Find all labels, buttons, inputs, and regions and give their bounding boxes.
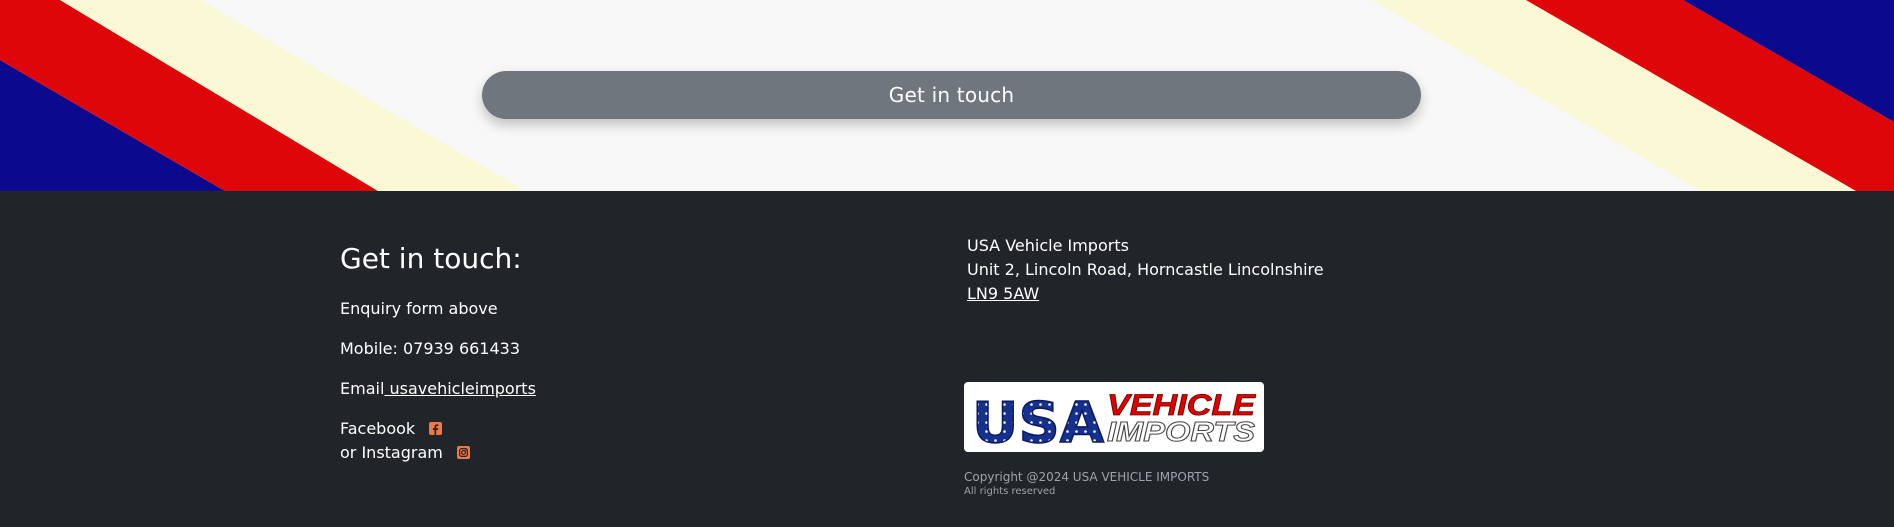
contact-heading: Get in touch: xyxy=(340,242,522,275)
facebook-line: Facebook xyxy=(340,419,443,438)
company-logo[interactable]: USA VEHICLE IMPORTS xyxy=(964,382,1264,452)
instagram-square-icon[interactable] xyxy=(456,446,470,459)
logo-usa-text: USA xyxy=(972,391,1105,452)
get-in-touch-button[interactable]: Get in touch xyxy=(482,71,1421,119)
address-line: Unit 2, Lincoln Road, Horncastle Lincoln… xyxy=(967,260,1324,279)
mobile-text: Mobile: 07939 661433 xyxy=(340,339,521,358)
facebook-label: Facebook xyxy=(340,419,416,438)
facebook-square-icon[interactable] xyxy=(429,422,443,435)
email-line: Email usavehicleimports xyxy=(340,379,536,398)
logo-imports-text: IMPORTS xyxy=(1107,416,1255,447)
instagram-line: or Instagram xyxy=(340,443,470,462)
enquiry-text: Enquiry form above xyxy=(340,299,498,318)
email-link[interactable]: usavehicleimports xyxy=(384,379,535,398)
instagram-label: or Instagram xyxy=(340,443,443,462)
rights-text: All rights reserved xyxy=(964,486,1056,497)
footer: Get in touch: Enquiry form above Mobile:… xyxy=(0,191,1894,527)
postcode-link[interactable]: LN9 5AW xyxy=(967,284,1039,303)
hero-section: Get in touch xyxy=(0,0,1894,191)
contact-column: Get in touch: Enquiry form above Mobile:… xyxy=(340,242,536,462)
postcode: LN9 5AW xyxy=(967,284,1039,303)
company-name: USA Vehicle Imports xyxy=(967,236,1129,255)
copyright-text: Copyright @2024 USA VEHICLE IMPORTS xyxy=(964,470,1210,484)
email-label: Email xyxy=(340,379,385,398)
